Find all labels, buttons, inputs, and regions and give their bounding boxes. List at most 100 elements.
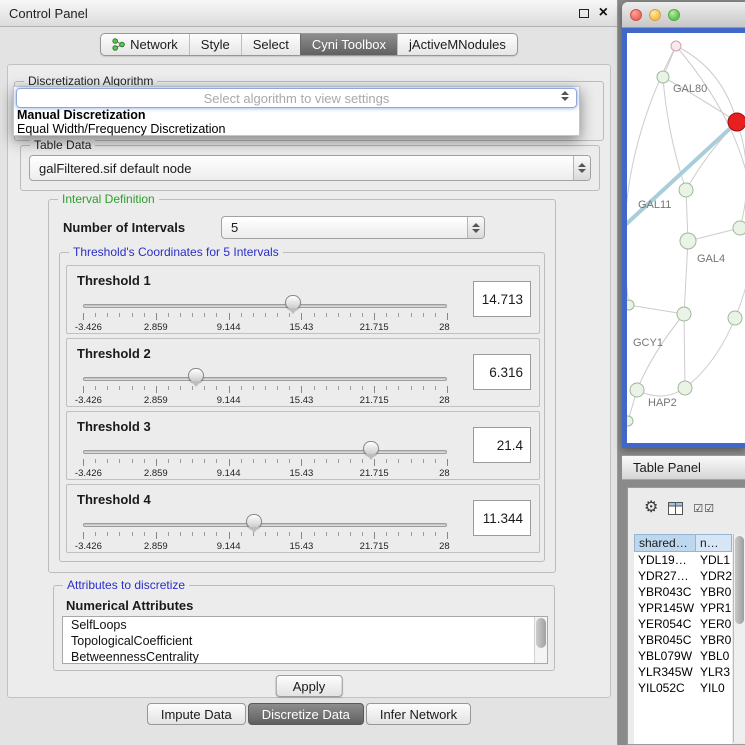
numerical-attributes-list[interactable]: SelfLoopsTopologicalCoefficientBetweenne… [62, 616, 548, 664]
restore-icon[interactable] [579, 9, 589, 18]
table-scrollbar[interactable] [733, 534, 745, 742]
table-row[interactable]: YDL19…YDL1 [634, 552, 732, 568]
network-node[interactable] [671, 41, 681, 51]
threshold-value-field[interactable]: 14.713 [473, 281, 531, 317]
table-row[interactable]: YPR145WYPR1 [634, 600, 732, 616]
network-edge[interactable] [684, 314, 685, 388]
table-row[interactable]: YER054CYER0 [634, 616, 732, 632]
slider-scale: -3.4262.8599.14415.4321.71528 [83, 395, 447, 406]
threshold-1-slider[interactable]: -3.4262.8599.14415.4321.71528 [83, 292, 447, 334]
table-row[interactable]: YDR27…YDR2 [634, 568, 732, 584]
network-node[interactable] [627, 300, 634, 310]
tick-mark [362, 386, 363, 390]
threshold-value-field[interactable]: 6.316 [473, 354, 531, 390]
slider-track[interactable] [83, 523, 447, 527]
network-node[interactable] [728, 311, 742, 325]
tick-mark [411, 532, 412, 536]
table-row[interactable]: YBR043CYBR0 [634, 584, 732, 600]
algorithm-option-manual-discretization[interactable]: Manual Discretization [14, 108, 579, 122]
table-row[interactable]: YLR345WYLR3 [634, 664, 732, 680]
slider-thumb[interactable] [246, 514, 262, 529]
list-scrollbar[interactable] [534, 617, 547, 663]
slider-track[interactable] [83, 377, 447, 381]
numerical-attributes-label: Numerical Attributes [66, 598, 193, 613]
tab-infer-network[interactable]: Infer Network [366, 703, 471, 725]
network-node-selected[interactable] [728, 113, 745, 131]
table-panel-header[interactable]: Table Panel [622, 455, 745, 480]
top-tab-bar: NetworkStyleSelectCyni ToolboxjActiveMNo… [100, 33, 518, 56]
network-node[interactable] [679, 183, 693, 197]
minimize-traffic-icon[interactable] [649, 9, 661, 21]
tab-select[interactable]: Select [241, 34, 300, 55]
close-traffic-icon[interactable] [630, 9, 642, 21]
threshold-1-row: Threshold 1 -3.4262.8599.14415.4321.7152… [66, 265, 540, 334]
column-header[interactable]: shared… [634, 534, 696, 552]
checkbox-icons[interactable]: ☑☑ [693, 502, 715, 515]
tab-discretize-data[interactable]: Discretize Data [248, 703, 364, 725]
tick-mark [156, 459, 157, 466]
zoom-traffic-icon[interactable] [668, 9, 680, 21]
network-node[interactable] [657, 71, 669, 83]
threshold-value-field[interactable]: 11.344 [473, 500, 531, 536]
network-node[interactable] [680, 233, 696, 249]
table-cell: YDR27… [634, 568, 696, 584]
list-item[interactable]: BetweennessCentrality [63, 649, 547, 664]
network-node[interactable] [630, 383, 644, 397]
network-node[interactable] [677, 307, 691, 321]
table-row[interactable]: YBL079WYBL0 [634, 648, 732, 664]
threshold-value-field[interactable]: 21.4 [473, 427, 531, 463]
slider-thumb[interactable] [363, 441, 379, 456]
tick-mark [435, 386, 436, 390]
slider-thumb[interactable] [285, 295, 301, 310]
network-window-titlebar[interactable] [622, 2, 745, 28]
group-title-thresholds: Threshold's Coordinates for 5 Intervals [69, 245, 283, 259]
network-edge[interactable] [629, 305, 684, 314]
tab-cyni-toolbox[interactable]: Cyni Toolbox [300, 34, 397, 55]
slider-track[interactable] [83, 304, 447, 308]
table-data-combobox[interactable]: galFiltered.sif default node [29, 155, 591, 181]
gear-icon[interactable]: ⚙ [644, 500, 658, 516]
tick-mark [374, 459, 375, 466]
network-canvas[interactable]: GAL80GAL11GAL4GCY1HAP2 [627, 33, 745, 443]
tick-mark [265, 459, 266, 463]
tick-mark [398, 532, 399, 536]
tab-style[interactable]: Style [189, 34, 241, 55]
network-edge[interactable] [686, 122, 737, 190]
tab-jactivemnodules[interactable]: jActiveMNodules [397, 34, 517, 55]
columns-icon[interactable] [668, 502, 683, 515]
tick-mark [265, 386, 266, 390]
list-item[interactable]: TopologicalCoefficient [63, 633, 547, 649]
algorithm-combobox[interactable]: Select algorithm to view settings [16, 88, 577, 108]
network-node[interactable] [733, 221, 745, 235]
algorithm-option-equal-width-frequency[interactable]: Equal Width/Frequency Discretization [14, 122, 579, 136]
threshold-2-slider[interactable]: -3.4262.8599.14415.4321.71528 [83, 365, 447, 407]
number-of-intervals-combobox[interactable]: 5 [221, 216, 485, 239]
table-row[interactable]: YBR045CYBR0 [634, 632, 732, 648]
tab-network[interactable]: Network [101, 34, 189, 55]
close-icon[interactable]: × [599, 6, 608, 20]
table-cell: YER0 [696, 616, 732, 632]
network-node[interactable] [627, 416, 633, 426]
slider-thumb[interactable] [188, 368, 204, 383]
list-item[interactable]: SelfLoops [63, 617, 547, 633]
scrollbar-thumb[interactable] [536, 618, 546, 648]
apply-button[interactable]: Apply [276, 675, 343, 697]
tick-mark [277, 532, 278, 536]
slider-track[interactable] [83, 450, 447, 454]
slider-scale: -3.4262.8599.14415.4321.71528 [83, 541, 447, 552]
network-edge[interactable] [685, 318, 735, 388]
window-buttons: × [579, 6, 608, 20]
network-edge[interactable] [684, 241, 688, 314]
column-header[interactable]: n… [696, 534, 732, 552]
network-edge[interactable] [637, 314, 684, 390]
table-row[interactable]: YIL052CYIL0 [634, 680, 732, 696]
threshold-4-slider[interactable]: -3.4262.8599.14415.4321.71528 [83, 511, 447, 553]
network-edge[interactable] [627, 122, 737, 228]
network-node[interactable] [678, 381, 692, 395]
control-panel-titlebar[interactable]: Control Panel × [0, 0, 617, 27]
network-edge[interactable] [737, 122, 745, 228]
tab-impute-data[interactable]: Impute Data [147, 703, 246, 725]
threshold-3-slider[interactable]: -3.4262.8599.14415.4321.71528 [83, 438, 447, 480]
network-edge[interactable] [627, 46, 676, 305]
scrollbar-thumb[interactable] [735, 536, 744, 624]
